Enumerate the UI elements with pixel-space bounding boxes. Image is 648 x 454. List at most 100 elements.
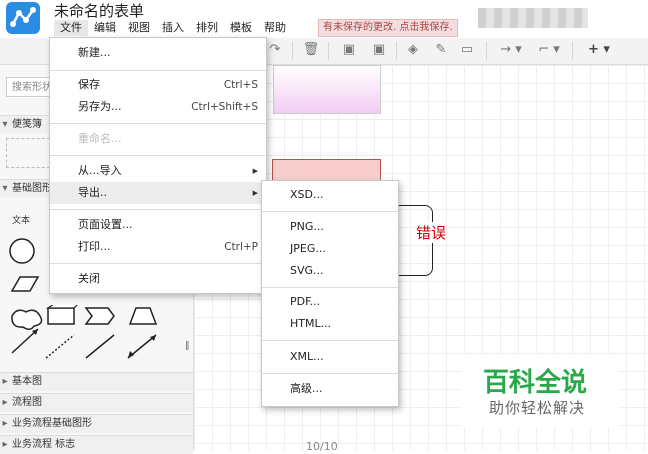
fill-color-icon[interactable]: ◈ — [404, 42, 422, 58]
error-text-label[interactable]: 错误 — [416, 222, 447, 243]
to-front-icon[interactable]: ▣ — [340, 42, 358, 58]
menu-item-label: PDF... — [290, 295, 321, 308]
menu-item-label: 页面设置... — [78, 218, 133, 231]
menu-item-label: 导出.. — [78, 186, 107, 199]
diagram-logo-icon — [10, 7, 36, 27]
expand-arrow-icon: ▸ — [2, 376, 8, 387]
menu-item-label: XSD... — [290, 188, 324, 201]
export-xsd[interactable]: XSD... — [262, 184, 398, 206]
menu-item-label: 另存为... — [78, 100, 122, 113]
watermark-title: 百科全说 — [483, 368, 588, 398]
section-label: 基础图形 — [12, 183, 52, 194]
to-back-icon[interactable]: ▣ — [370, 42, 388, 58]
menu-item-label: 关闭 — [78, 272, 100, 285]
toolbar-divider — [328, 42, 329, 60]
menu-item-save-as[interactable]: 另存为... Ctrl+Shift+S — [50, 96, 266, 118]
submenu-arrow-icon: ▶ — [252, 167, 258, 175]
expand-arrow-icon: ▸ — [2, 439, 8, 450]
menu-item-shortcut: Ctrl+Shift+S — [191, 101, 258, 113]
export-xml[interactable]: XML... — [262, 346, 398, 368]
connection-style-icon[interactable]: → ▾ — [496, 42, 526, 58]
toolbar-divider — [486, 42, 487, 60]
export-png[interactable]: PNG... — [262, 216, 398, 238]
line-color-icon[interactable]: ✎ — [432, 42, 450, 58]
menu-divider — [262, 340, 398, 341]
section-bpmn-basic[interactable]: ▸ 业务流程基础图形 — [0, 414, 193, 433]
export-advanced[interactable]: 高级... — [262, 378, 398, 400]
export-html[interactable]: HTML... — [262, 313, 398, 335]
menu-template[interactable]: 模板 — [224, 20, 258, 36]
watermark: 百科全说 助你轻松解决 — [461, 354, 619, 428]
menu-divider — [50, 70, 266, 71]
menu-divider — [50, 263, 266, 264]
page-counter: 10/10 — [306, 440, 338, 453]
section-label: 流程图 — [12, 397, 42, 408]
text-shape[interactable]: 文本 — [12, 213, 30, 226]
menu-arrange[interactable]: 排列 — [190, 20, 224, 36]
export-pdf[interactable]: PDF... — [262, 291, 398, 313]
export-svg[interactable]: SVG... — [262, 260, 398, 282]
menu-item-import[interactable]: 从...导入 ▶ — [50, 160, 266, 182]
watermark-subtitle: 助你轻松解决 — [489, 399, 586, 417]
menu-file[interactable]: 文件 — [54, 20, 88, 36]
section-flowchart[interactable]: ▸ 流程图 — [0, 393, 193, 412]
toolbar-divider — [396, 42, 397, 60]
menu-item-rename: 重命名... — [50, 128, 266, 150]
menu-view[interactable]: 视图 — [122, 20, 156, 36]
waypoints-icon[interactable]: ⌐ ▾ — [534, 42, 564, 58]
menu-item-label: 打印... — [78, 240, 111, 253]
menu-item-label: SVG... — [290, 264, 324, 277]
section-label: 便笺簿 — [12, 119, 42, 130]
menu-help[interactable]: 帮助 — [258, 20, 292, 36]
sidebar-resize-grip[interactable]: ‖ — [185, 341, 190, 351]
menu-item-new[interactable]: 新建... — [50, 42, 266, 64]
expand-arrow-icon: ▸ — [2, 397, 8, 408]
menu-item-export[interactable]: 导出.. ▶ — [50, 182, 266, 204]
menu-divider — [262, 211, 398, 212]
menu-item-label: 重命名... — [78, 132, 122, 145]
menu-divider — [262, 287, 398, 288]
redo-icon[interactable]: ↷ — [266, 42, 284, 58]
pink-rectangle-shape[interactable] — [273, 65, 381, 114]
menu-item-close[interactable]: 关闭 — [50, 268, 266, 290]
section-label: 基本图 — [12, 376, 42, 387]
scratchpad-dropzone[interactable] — [6, 138, 50, 168]
export-jpeg[interactable]: JPEG... — [262, 238, 398, 260]
collapse-arrow-icon: ▾ — [2, 119, 8, 130]
blurred-user-info — [478, 8, 588, 28]
menu-item-label: JPEG... — [290, 242, 326, 255]
insert-plus-icon[interactable]: + ▾ — [584, 42, 614, 58]
menu-item-page-setup[interactable]: 页面设置... — [50, 214, 266, 236]
menu-item-label: HTML... — [290, 317, 332, 330]
shadow-icon[interactable]: ▭ — [458, 42, 476, 58]
file-menu-dropdown: 新建... 保存 Ctrl+S 另存为... Ctrl+Shift+S 重命名...… — [49, 37, 267, 294]
toolbar-divider — [292, 42, 293, 60]
section-basic[interactable]: ▸ 基本图 — [0, 372, 193, 391]
document-title[interactable]: 未命名的表单 — [54, 0, 144, 21]
app-logo[interactable] — [6, 2, 40, 34]
menu-bar: 文件 编辑 视图 插入 排列 模板 帮助 — [54, 20, 292, 36]
menu-item-label: 新建... — [78, 46, 111, 59]
menu-divider — [50, 209, 266, 210]
unsaved-changes-notice[interactable]: 有未保存的更改. 点击我保存. — [318, 19, 458, 37]
menu-item-save[interactable]: 保存 Ctrl+S — [50, 74, 266, 96]
menu-item-label: PNG... — [290, 220, 324, 233]
menu-item-label: XML... — [290, 350, 324, 363]
toolbar-divider — [572, 42, 573, 60]
menu-item-shortcut: Ctrl+P — [224, 241, 258, 253]
menu-divider — [50, 155, 266, 156]
basic-shapes-row-icon[interactable] — [44, 305, 190, 365]
menu-divider — [262, 373, 398, 374]
menu-item-print[interactable]: 打印... Ctrl+P — [50, 236, 266, 258]
menu-divider — [50, 123, 266, 124]
section-bpmn-markers[interactable]: ▸ 业务流程 标志 — [0, 435, 193, 454]
delete-icon[interactable]: 🗑 — [302, 42, 320, 58]
menu-item-label: 从...导入 — [78, 164, 122, 177]
title-bar: 未命名的表单 文件 编辑 视图 插入 排列 模板 帮助 有未保存的更改. 点击我… — [0, 0, 648, 38]
submenu-arrow-icon: ▶ — [252, 189, 258, 197]
menu-edit[interactable]: 编辑 — [88, 20, 122, 36]
menu-item-label: 保存 — [78, 78, 100, 91]
menu-insert[interactable]: 插入 — [156, 20, 190, 36]
collapse-arrow-icon: ▾ — [2, 183, 8, 194]
expand-arrow-icon: ▸ — [2, 418, 8, 429]
